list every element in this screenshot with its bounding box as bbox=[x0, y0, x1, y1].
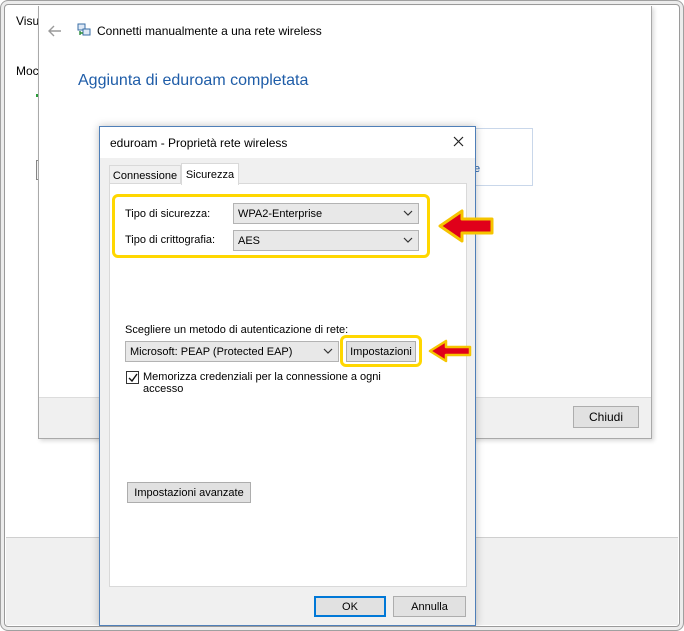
dialog-title: eduroam - Proprietà rete wireless bbox=[110, 136, 288, 150]
network-icon bbox=[77, 23, 91, 36]
auth-method-value: Microsoft: PEAP (Protected EAP) bbox=[130, 345, 293, 358]
background-text-mod: Moc bbox=[16, 64, 39, 78]
background-text-visu: Visu bbox=[16, 14, 40, 28]
auth-method-select[interactable]: Microsoft: PEAP (Protected EAP) bbox=[125, 341, 339, 362]
close-button[interactable]: Chiudi bbox=[573, 406, 639, 428]
tab-connessione[interactable]: Connessione bbox=[109, 165, 181, 185]
close-icon[interactable] bbox=[453, 136, 464, 147]
chevron-down-icon bbox=[323, 348, 333, 354]
tab-sicurezza[interactable]: Sicurezza bbox=[181, 163, 239, 185]
advanced-settings-button[interactable]: Impostazioni avanzate bbox=[127, 482, 251, 503]
arrow-left-icon bbox=[438, 209, 494, 243]
wizard-title: Connetti manualmente a una rete wireless bbox=[97, 24, 322, 38]
settings-button-highlight bbox=[340, 335, 422, 367]
remember-credentials-label: Memorizza credenziali per la connessione… bbox=[143, 371, 381, 395]
cancel-button[interactable]: Annulla bbox=[393, 596, 466, 617]
remember-credentials-checkbox[interactable] bbox=[126, 371, 139, 384]
back-arrow-icon[interactable] bbox=[48, 25, 62, 37]
wizard-option-box[interactable]: e bbox=[474, 128, 533, 186]
auth-method-label: Scegliere un metodo di autenticazione di… bbox=[125, 324, 349, 336]
security-fields-highlight bbox=[112, 194, 430, 258]
ok-button[interactable]: OK bbox=[314, 596, 386, 617]
checkmark-icon bbox=[128, 373, 138, 383]
dialog-titlebar: eduroam - Proprietà rete wireless bbox=[100, 127, 475, 158]
arrow-left-icon bbox=[428, 339, 472, 363]
wizard-heading: Aggiunta di eduroam completata bbox=[78, 72, 309, 89]
